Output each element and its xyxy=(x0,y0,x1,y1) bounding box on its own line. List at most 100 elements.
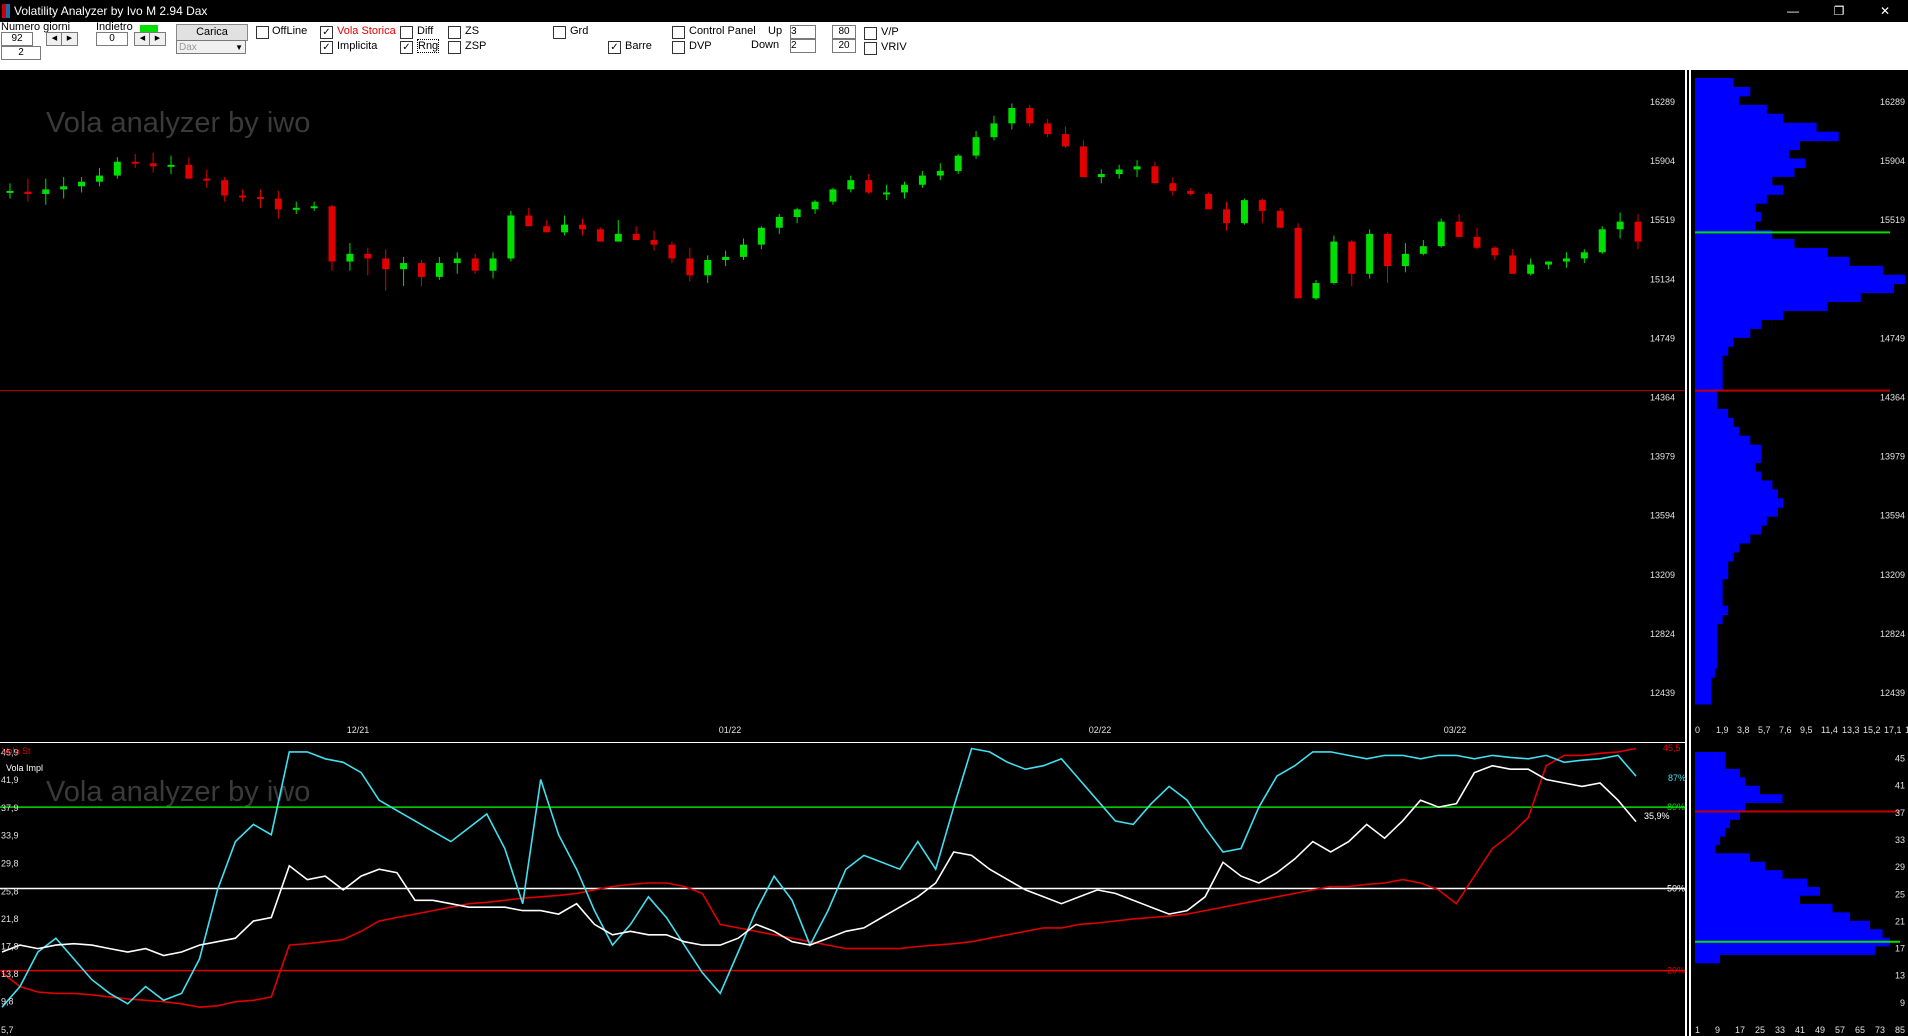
profile-x-tick: 11,4 xyxy=(1821,725,1838,735)
candle-body xyxy=(1026,108,1034,124)
profile-bar xyxy=(1695,677,1712,687)
profile-bar xyxy=(1695,399,1718,410)
barre-checkbox[interactable]: ✓ xyxy=(608,41,621,54)
grd-checkbox[interactable] xyxy=(553,26,566,39)
candle-body xyxy=(1545,261,1553,265)
chart-area[interactable]: Vola analyzer by iwo Vola analyzer by iw… xyxy=(0,70,1908,1036)
candle-body xyxy=(185,164,193,179)
profile-x-tick: 3,8 xyxy=(1737,725,1750,735)
candle-body xyxy=(972,137,980,156)
vola-y-tick: 41,9 xyxy=(1,775,19,785)
profile-bar xyxy=(1695,569,1729,580)
candle-body xyxy=(1419,246,1427,254)
price-y-tick: 12439 xyxy=(1650,688,1675,698)
candle-body xyxy=(954,155,962,171)
vola-storica-label: Vola Storica xyxy=(337,25,396,37)
rng-checkbox[interactable]: ✓ xyxy=(400,41,413,54)
vola-profile-bar xyxy=(1695,895,1800,905)
chart-background xyxy=(0,70,1908,1036)
vola-storica-checkbox[interactable]: ✓ xyxy=(320,26,333,39)
candle-body xyxy=(1312,283,1320,299)
minimize-button[interactable]: — xyxy=(1770,0,1816,22)
restore-button[interactable]: ❐ xyxy=(1816,0,1862,22)
vola-impl-legend: Vola Impl xyxy=(6,763,43,773)
down-pct-input[interactable]: 20 xyxy=(832,39,856,53)
vola-profile-y-tick: 21 xyxy=(1895,916,1905,926)
control-panel-checkbox[interactable] xyxy=(672,26,685,39)
down-input[interactable]: 2 xyxy=(790,39,816,53)
zs-checkbox[interactable] xyxy=(448,26,461,39)
vp-checkbox[interactable] xyxy=(864,27,877,40)
candle-body xyxy=(1401,253,1409,267)
candle-body xyxy=(1223,209,1231,224)
vriv-checkbox[interactable] xyxy=(864,42,877,55)
vola-profile-y-tick: 5 xyxy=(1900,1025,1905,1035)
profile-bar xyxy=(1695,140,1800,151)
window-title: Volatility Analyzer by Ivo M 2.94 Dax xyxy=(14,4,208,18)
candle-body xyxy=(1062,134,1070,147)
profile-bar xyxy=(1695,516,1767,526)
candle-body xyxy=(149,163,157,167)
candle-body xyxy=(1384,233,1392,267)
vola-st-legend: Vola St xyxy=(2,746,31,756)
candle-body xyxy=(1044,123,1052,135)
grd-label: Grd xyxy=(570,25,589,37)
candle-body xyxy=(346,253,354,262)
price-y-tick: 15519 xyxy=(1650,215,1675,225)
index-select[interactable]: Dax ▼ xyxy=(176,40,246,54)
profile-bar xyxy=(1695,301,1828,312)
price-y-tick: 13594 xyxy=(1650,511,1675,521)
numero-giorni-input[interactable]: 92 xyxy=(1,32,33,46)
candle-body xyxy=(256,197,264,200)
candle-body xyxy=(793,209,801,218)
candle-body xyxy=(24,191,32,194)
carica-button[interactable]: Carica xyxy=(176,24,248,41)
profile-bar xyxy=(1695,623,1718,633)
diff-checkbox[interactable] xyxy=(400,26,413,39)
profile-bar xyxy=(1695,337,1734,347)
offline-checkbox[interactable] xyxy=(256,26,269,39)
candle-body xyxy=(60,186,68,190)
profile-x-tick: 5,7 xyxy=(1758,725,1771,735)
vola-profile-y-tick: 9 xyxy=(1900,998,1905,1008)
vola-profile-y-tick: 17 xyxy=(1895,944,1905,954)
implicita-label: Implicita xyxy=(337,40,378,52)
profile-bar xyxy=(1695,444,1762,455)
up-input[interactable]: 3 xyxy=(790,25,816,39)
price-y-tick: 13979 xyxy=(1650,452,1675,462)
zsp-checkbox[interactable] xyxy=(448,41,461,54)
profile-bar xyxy=(1695,435,1751,446)
rng-label: Rng xyxy=(417,39,440,53)
vola-profile-y-tick: 41 xyxy=(1895,781,1905,791)
profile-bar xyxy=(1695,641,1718,651)
dvp-checkbox[interactable] xyxy=(672,41,685,54)
candle-body xyxy=(596,229,604,242)
app-icon xyxy=(2,4,10,18)
price-y-tick: 16289 xyxy=(1650,97,1675,107)
price-y-tick: 15904 xyxy=(1650,156,1675,166)
profile-bar xyxy=(1695,364,1723,374)
close-button[interactable]: ✕ xyxy=(1862,0,1908,22)
candle-body xyxy=(1348,241,1356,274)
profile-bar xyxy=(1695,256,1850,267)
profile-bar xyxy=(1695,426,1740,437)
candle-body xyxy=(543,226,551,233)
price-y-tick: 14749 xyxy=(1650,333,1675,343)
numero-giorni-sub-input[interactable]: 2 xyxy=(1,46,41,60)
profile-y-tick: 14364 xyxy=(1880,393,1905,403)
profile-y-tick: 12439 xyxy=(1880,688,1905,698)
candle-body xyxy=(6,190,14,193)
indietro-input[interactable]: 0 xyxy=(96,32,128,46)
implicita-checkbox[interactable]: ✓ xyxy=(320,41,333,54)
vola-y-tick: 13,8 xyxy=(1,969,19,979)
vola-y-tick: 29,8 xyxy=(1,859,19,869)
candle-body xyxy=(417,263,425,277)
vola-profile-y-tick: 25 xyxy=(1895,889,1905,899)
indietro-increment-button[interactable]: ▶ xyxy=(149,32,166,46)
candle-body xyxy=(364,253,372,259)
vola-profile-bar xyxy=(1695,760,1725,770)
control-panel-label: Control Panel xyxy=(689,25,756,37)
date-x-tick: 12/21 xyxy=(347,725,370,735)
up-pct-input[interactable]: 80 xyxy=(832,25,856,39)
giorni-increment-button[interactable]: ▶ xyxy=(61,32,78,46)
